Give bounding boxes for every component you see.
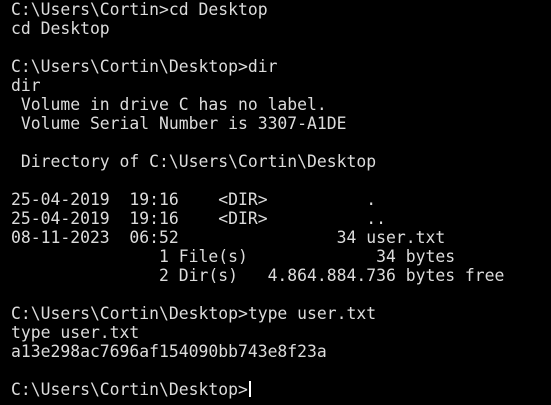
terminal-line: C:\Users\Cortin\Desktop>dir (11, 57, 278, 76)
terminal-line: 1 File(s) 34 bytes (11, 247, 456, 266)
terminal-line: a13e298ac7696af154090bb743e8f23a (11, 342, 327, 361)
terminal-line: 2 Dir(s) 4.864.884.736 bytes free (11, 266, 505, 285)
text-cursor (248, 381, 251, 397)
terminal-line: cd Desktop (11, 19, 110, 38)
prompt-text: C:\Users\Cortin\Desktop> (11, 380, 248, 399)
terminal-line: 08-11-2023 06:52 34 user.txt (11, 228, 446, 247)
terminal-line: type user.txt (11, 323, 140, 342)
terminal-line: 25-04-2019 19:16 <DIR> . (11, 190, 377, 209)
terminal-window[interactable]: C:\Users\Cortin>cd Desktop cd Desktop C:… (0, 0, 551, 405)
terminal-line: dir (11, 76, 41, 95)
terminal-line: 25-04-2019 19:16 <DIR> .. (11, 209, 386, 228)
terminal-line: C:\Users\Cortin\Desktop>type user.txt (11, 304, 377, 323)
terminal-line: Directory of C:\Users\Cortin\Desktop (11, 152, 377, 171)
terminal-line: Volume in drive C has no label. (11, 95, 327, 114)
terminal-line: C:\Users\Cortin>cd Desktop (11, 0, 268, 19)
terminal-line: Volume Serial Number is 3307-A1DE (11, 114, 347, 133)
command-prompt-line[interactable]: C:\Users\Cortin\Desktop> (11, 380, 551, 399)
